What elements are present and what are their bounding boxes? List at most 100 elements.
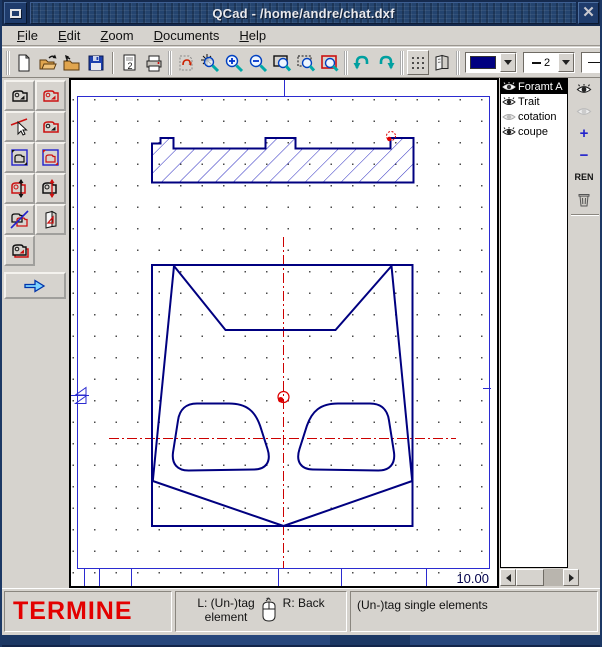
- new-file-button[interactable]: [13, 50, 35, 75]
- redraw-icon: [176, 53, 196, 73]
- linetype-combo[interactable]: [581, 52, 602, 73]
- grid-toggle-button[interactable]: [407, 50, 429, 75]
- toolbar-handle[interactable]: [6, 51, 10, 75]
- redo-icon: [376, 53, 396, 73]
- command-status-panel: TERMINE: [4, 591, 172, 632]
- toolbar-handle[interactable]: [456, 51, 460, 75]
- tag-element-button[interactable]: [4, 80, 35, 111]
- undo-icon: [352, 53, 372, 73]
- zoom-auto-button[interactable]: [295, 50, 317, 75]
- toolbar-handle[interactable]: [168, 51, 172, 75]
- layer-list[interactable]: Foramt A Trait cotation: [500, 78, 568, 568]
- mouse-icon: [259, 596, 279, 622]
- show-all-eye-icon: [576, 84, 592, 95]
- window-title: QCad - /home/andre/chat.dxf: [212, 6, 394, 21]
- drawing-canvas[interactable]: 10.00: [69, 78, 499, 588]
- continue-button[interactable]: [4, 272, 66, 299]
- print-button[interactable]: [143, 50, 165, 75]
- right-mouse-hint: R: Back: [283, 596, 325, 610]
- views-button[interactable]: [431, 50, 453, 75]
- hide-all-layers-button[interactable]: [570, 100, 598, 122]
- layer-visible-icon[interactable]: [502, 97, 516, 107]
- scrollbar-thumb[interactable]: [516, 569, 544, 586]
- layer-visible-icon[interactable]: [502, 82, 516, 92]
- layer-hidden-icon[interactable]: [502, 112, 516, 122]
- rename-layer-button[interactable]: REN: [570, 166, 598, 188]
- scroll-left-button[interactable]: [500, 569, 516, 586]
- delete-layer-button[interactable]: [570, 188, 598, 210]
- redo-button[interactable]: [375, 50, 397, 75]
- folder-up-icon: [62, 53, 82, 73]
- scrollbar-track[interactable]: [516, 569, 563, 586]
- toolbar-handle[interactable]: [400, 51, 404, 75]
- menu-edit[interactable]: Edit: [49, 26, 89, 45]
- layer-row-foramt[interactable]: Foramt A: [501, 79, 567, 94]
- zoom-window-icon: [272, 53, 292, 73]
- command-status: TERMINE: [13, 597, 133, 626]
- current-color-swatch: [470, 56, 496, 69]
- statusbar: TERMINE L: (Un-)tag element R: Back (Un-…: [2, 588, 600, 635]
- titlebar: QCad - /home/andre/chat.dxf ✕: [0, 0, 602, 26]
- width-value: 2: [544, 57, 550, 69]
- open-recent-button[interactable]: [61, 50, 83, 75]
- width-sample-icon: [532, 62, 541, 64]
- snap-point-button[interactable]: [199, 50, 221, 75]
- scroll-right-button[interactable]: [563, 569, 579, 586]
- tag-double-contour-icon: [9, 240, 31, 262]
- titlebar-drag-area[interactable]: QCad - /home/andre/chat.dxf: [30, 2, 576, 24]
- toolbar: 2: [2, 47, 600, 78]
- layer-list-hscrollbar[interactable]: [500, 569, 579, 586]
- menu-documents[interactable]: Documents: [145, 26, 229, 45]
- menu-help[interactable]: Help: [230, 26, 275, 45]
- hide-all-eye-icon: [576, 106, 592, 117]
- views-icon: [432, 53, 452, 73]
- zoom-window-button[interactable]: [271, 50, 293, 75]
- tag-layer-button[interactable]: [35, 204, 66, 235]
- qcad-window: QCad - /home/andre/chat.dxf ✕ File Edit …: [0, 0, 602, 647]
- toolbar-handle[interactable]: [344, 51, 348, 75]
- tag-contour-red-button[interactable]: [35, 111, 66, 142]
- show-all-layers-button[interactable]: [570, 78, 598, 100]
- width-combo[interactable]: 2: [523, 52, 575, 73]
- tag-intersected-button[interactable]: [4, 173, 35, 204]
- tag-range-button[interactable]: [4, 142, 35, 173]
- section-view[interactable]: [152, 138, 414, 183]
- continue-arrow-icon: [22, 277, 48, 295]
- redraw-button[interactable]: [175, 50, 197, 75]
- layer-row-cotation[interactable]: cotation: [501, 109, 567, 124]
- print-preview-icon: 2: [120, 53, 140, 73]
- untag-intersected-button[interactable]: [35, 173, 66, 204]
- save-button[interactable]: [85, 50, 107, 75]
- print-preview-button[interactable]: 2: [119, 50, 141, 75]
- grid-icon: [408, 53, 428, 73]
- width-combo-arrow[interactable]: [558, 53, 574, 72]
- tag-range-red-button[interactable]: [35, 142, 66, 173]
- tag-double-contour-button[interactable]: [4, 235, 35, 266]
- menu-file[interactable]: File: [8, 26, 47, 45]
- window-menu-button[interactable]: [4, 2, 27, 24]
- zoom-out-icon: [248, 53, 268, 73]
- add-layer-button[interactable]: +: [570, 122, 598, 144]
- tag-contour-icon: [40, 85, 62, 107]
- zoom-previous-button[interactable]: [319, 50, 341, 75]
- layer-visible-icon[interactable]: [502, 127, 516, 137]
- pointer-tag-button[interactable]: [4, 111, 35, 142]
- tag-intersected-icon: [9, 178, 31, 200]
- open-file-button[interactable]: [37, 50, 59, 75]
- mouse-hint-panel: L: (Un-)tag element R: Back: [175, 591, 347, 632]
- layer-row-trait[interactable]: Trait: [501, 94, 567, 109]
- remove-layer-button[interactable]: −: [570, 144, 598, 166]
- action-hint-panel: (Un-)tag single elements: [350, 591, 598, 632]
- layer-row-coupe[interactable]: coupe: [501, 124, 567, 139]
- cat-outline[interactable]: [152, 265, 413, 526]
- svg-text:2: 2: [127, 61, 132, 71]
- zoom-in-button[interactable]: [223, 50, 245, 75]
- untag-all-button[interactable]: [4, 204, 35, 235]
- close-button[interactable]: ✕: [578, 2, 599, 24]
- color-combo-arrow[interactable]: [500, 53, 516, 72]
- tag-contour-button[interactable]: [35, 80, 66, 111]
- undo-button[interactable]: [351, 50, 373, 75]
- menu-zoom[interactable]: Zoom: [91, 26, 142, 45]
- color-combo[interactable]: [465, 52, 517, 73]
- zoom-out-button[interactable]: [247, 50, 269, 75]
